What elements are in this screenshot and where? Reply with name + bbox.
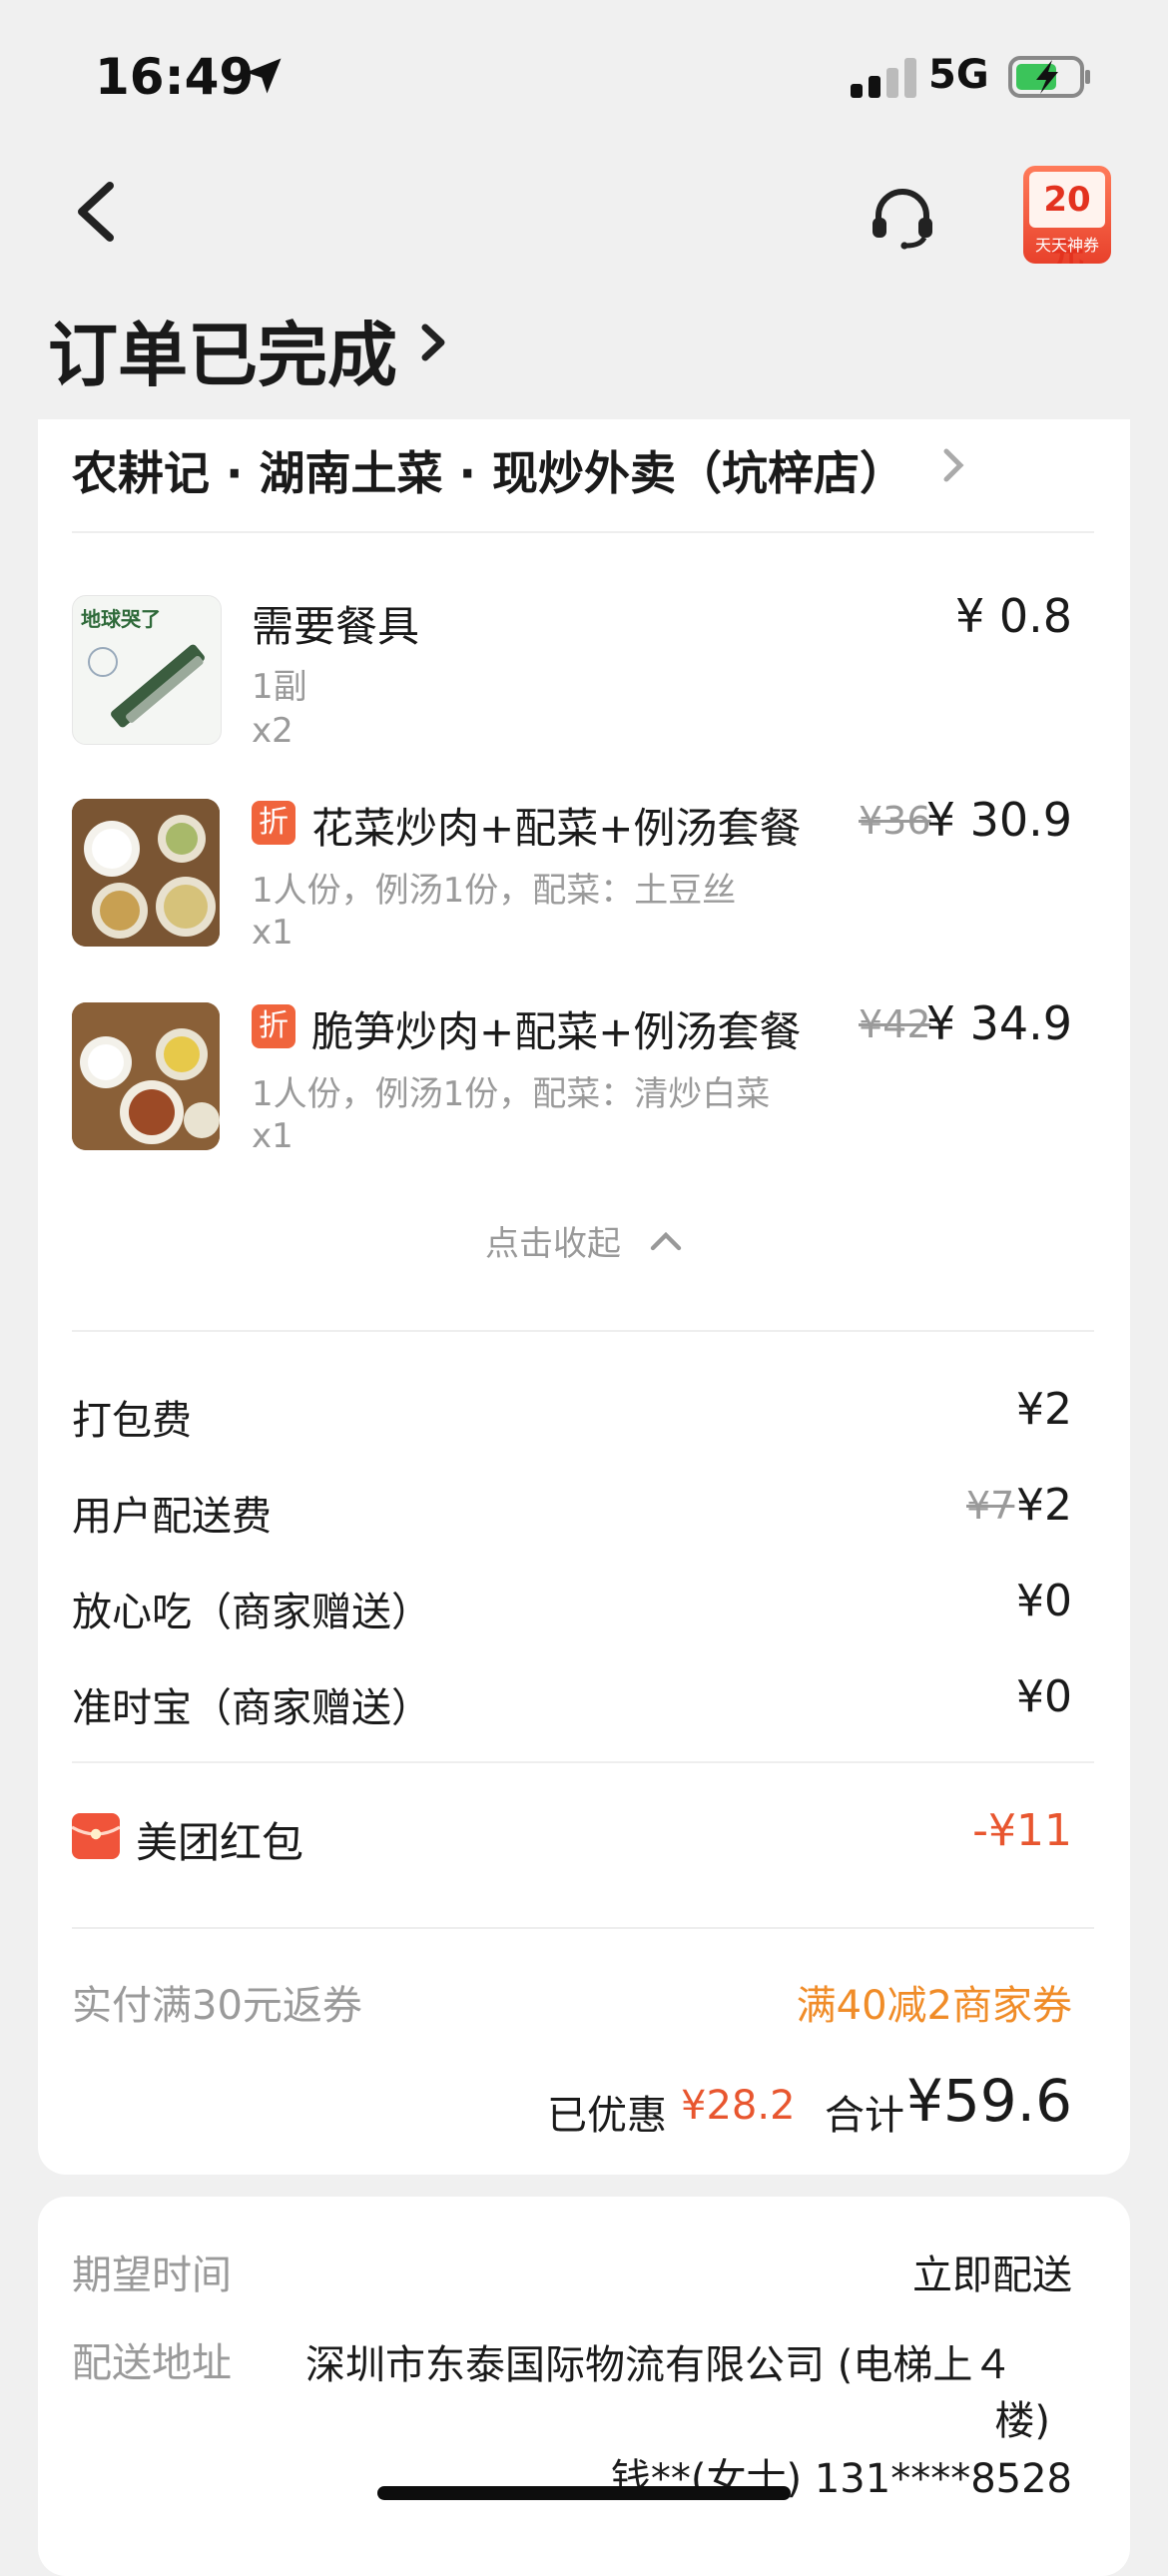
- red-packet-label: 美团红包: [136, 1818, 304, 1867]
- cellular-signal-icon: [851, 58, 916, 98]
- promo-subtitle: 天天神券: [1034, 236, 1099, 255]
- fee-label-food-safety: 放心吃（商家赠送）: [72, 1590, 431, 1635]
- customer-service-icon[interactable]: [869, 186, 936, 250]
- item-spec: 1副: [252, 667, 307, 707]
- dish-photo-icon: [72, 799, 220, 947]
- address-label: 配送地址: [72, 2340, 232, 2386]
- expected-time-value: 立即配送: [912, 2253, 1072, 2298]
- saved-value: ¥28.2: [681, 2083, 796, 2129]
- fee-original-delivery: ¥7: [966, 1484, 1015, 1528]
- address-line: 深圳市东泰国际物流有限公司 (电梯上４: [305, 2342, 1013, 2388]
- svg-text:地球哭了: 地球哭了: [81, 607, 161, 631]
- status-time: 16:49: [95, 48, 255, 106]
- total-label: 合计: [825, 2093, 904, 2139]
- discount-badge: 折: [252, 801, 295, 845]
- item-quantity: x1: [252, 1116, 293, 1156]
- chevron-right-icon[interactable]: [419, 322, 449, 363]
- discount-badge: 折: [252, 1004, 295, 1048]
- item-quantity: x2: [252, 711, 293, 751]
- page-title[interactable]: 订单已完成: [48, 300, 397, 400]
- saved-label: 已优惠: [547, 2093, 667, 2139]
- divider: [72, 1330, 1094, 1332]
- home-indicator[interactable]: [377, 2486, 791, 2500]
- divider: [72, 1761, 1094, 1763]
- total-value: ¥59.6: [905, 2067, 1072, 2135]
- store-name[interactable]: 农耕记 · 湖南土菜 · 现炒外卖（坑梓店）: [72, 437, 905, 503]
- red-packet-value: -¥11: [972, 1805, 1072, 1856]
- dish-photo-icon: [72, 1002, 220, 1150]
- fee-label-packing: 打包费: [72, 1398, 192, 1444]
- item-image-dish: [72, 1002, 220, 1150]
- expected-time-label: 期望时间: [72, 2253, 232, 2298]
- location-arrow-icon: [246, 58, 282, 94]
- chevron-up-icon[interactable]: [649, 1230, 683, 1252]
- item-original-price: ¥36: [859, 799, 931, 843]
- item-image-tableware: 地球哭了: [72, 595, 222, 745]
- item-original-price: ¥42: [859, 1002, 931, 1046]
- network-type: 5G: [928, 52, 989, 98]
- fee-label-delivery: 用户配送费: [72, 1494, 272, 1540]
- fee-value-food-safety: ¥0: [1016, 1576, 1072, 1626]
- address-line-2: 楼): [994, 2398, 1050, 2444]
- item-image-dish: [72, 799, 220, 947]
- merchant-coupon-link[interactable]: 满40减2商家券: [797, 1973, 1072, 2031]
- item-name: 花菜炒肉+配菜+例汤套餐: [311, 804, 802, 853]
- item-name: 脆笋炒肉+配菜+例汤套餐: [311, 1007, 802, 1056]
- tableware-icon: 地球哭了: [81, 607, 205, 728]
- battery-charging-icon: [1008, 56, 1090, 98]
- red-packet-icon: [72, 1813, 120, 1859]
- collapse-button[interactable]: 点击收起: [485, 1216, 621, 1265]
- item-name: 需要餐具: [252, 602, 420, 651]
- fee-value-on-time: ¥0: [1016, 1671, 1072, 1722]
- item-price: ¥ 30.9: [925, 793, 1072, 847]
- item-price: ¥ 0.8: [954, 589, 1072, 643]
- item-spec: 1人份，例汤1份，配菜：清炒白菜: [252, 1074, 771, 1114]
- coupon-return-label: 实付满30元返券: [72, 1983, 362, 2029]
- divider: [72, 1927, 1094, 1929]
- fee-value-delivery: ¥2: [1016, 1480, 1072, 1531]
- chevron-right-icon[interactable]: [942, 447, 964, 483]
- coupon-promo-badge[interactable]: 20元 天天神券: [1023, 166, 1111, 264]
- item-quantity: x1: [252, 913, 293, 953]
- fee-value-packing: ¥2: [1016, 1384, 1072, 1435]
- item-price: ¥ 34.9: [925, 996, 1072, 1050]
- item-spec: 1人份，例汤1份，配菜：土豆丝: [252, 871, 737, 911]
- fee-label-on-time: 准时宝（商家赠送）: [72, 1685, 431, 1731]
- divider: [72, 531, 1094, 533]
- back-chevron-icon[interactable]: [70, 180, 120, 244]
